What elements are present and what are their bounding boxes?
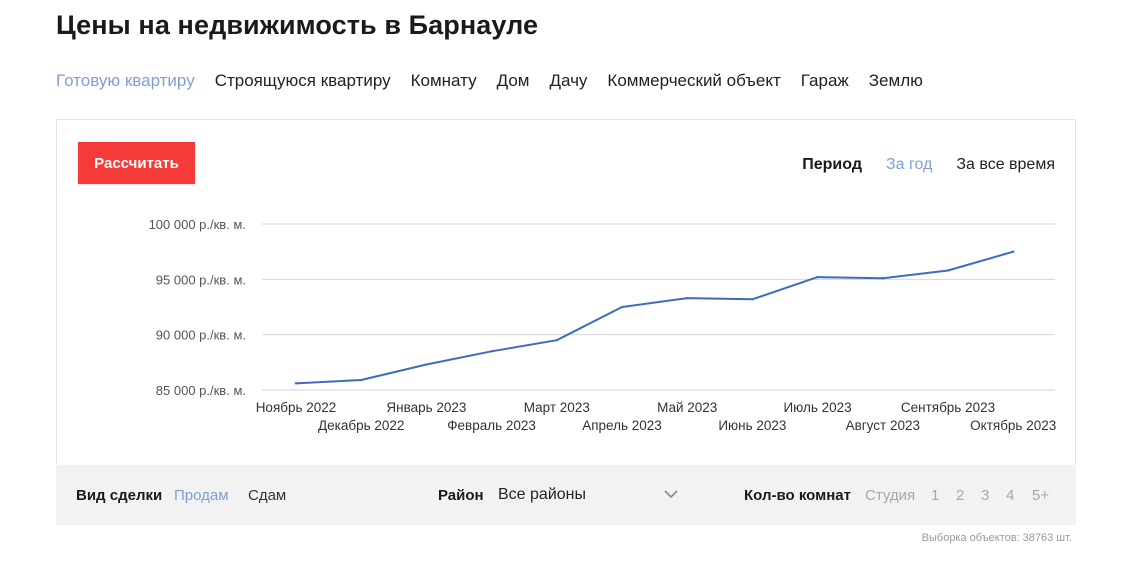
- property-type-tab[interactable]: Коммерческий объект: [607, 71, 780, 91]
- x-tick-label: Февраль 2023: [447, 418, 536, 433]
- x-tick-label: Июль 2023: [783, 400, 851, 415]
- data-point: [686, 296, 689, 300]
- y-tick-label: 85 000 р./кв. м.: [156, 383, 246, 398]
- x-tick-label: Март 2023: [524, 400, 590, 415]
- deal-option-sell[interactable]: Продам: [174, 487, 229, 504]
- x-tick-label: Сентябрь 2023: [901, 400, 995, 415]
- price-series-line: [295, 250, 1014, 385]
- data-point: [1012, 250, 1015, 253]
- filter-bar: Вид сделки Продам Сдам Район Все районы …: [56, 465, 1076, 525]
- data-point: [620, 305, 624, 309]
- x-tick-label: Ноябрь 2022: [256, 400, 337, 415]
- data-point: [751, 298, 754, 301]
- chart-card: Рассчитать Период За год За все время 10…: [56, 119, 1076, 465]
- sample-count: Выборка объектов: 38763 шт.: [921, 532, 1072, 544]
- rooms-count-label: Кол-во комнат: [744, 487, 851, 504]
- property-type-tab[interactable]: Дачу: [549, 71, 587, 91]
- x-tick-label: Январь 2023: [386, 400, 466, 415]
- chevron-down-icon[interactable]: [664, 489, 678, 499]
- deal-type-label: Вид сделки: [76, 487, 163, 504]
- district-label: Район: [438, 487, 484, 504]
- deal-option-rent[interactable]: Сдам: [248, 487, 286, 504]
- data-point: [425, 363, 428, 366]
- property-type-tab[interactable]: Гараж: [801, 71, 849, 91]
- y-tick-label: 90 000 р./кв. м.: [156, 328, 246, 343]
- y-tick-label: 95 000 р./кв. м.: [156, 272, 246, 287]
- room-option-2[interactable]: 2: [956, 487, 964, 504]
- data-point: [294, 382, 298, 385]
- y-tick-label: 100 000 р./кв. м.: [149, 217, 246, 232]
- property-type-tab[interactable]: Комнату: [411, 71, 477, 91]
- property-type-tab[interactable]: Строящуюся квартиру: [215, 71, 391, 91]
- property-type-tab[interactable]: Готовую квартиру: [56, 71, 195, 91]
- data-point: [881, 277, 884, 280]
- district-select[interactable]: Все районы: [498, 486, 586, 504]
- data-point: [490, 350, 493, 353]
- room-option-1[interactable]: 1: [931, 487, 939, 504]
- property-type-tab[interactable]: Дом: [497, 71, 530, 91]
- room-option-5-plus[interactable]: 5+: [1032, 487, 1049, 504]
- data-point: [946, 269, 950, 272]
- data-point: [360, 378, 363, 382]
- x-tick-label: Октябрь 2023: [970, 418, 1056, 433]
- property-type-tabs: Готовую квартиру Строящуюся квартиру Комна…: [56, 71, 923, 91]
- x-tick-label: Август 2023: [846, 418, 920, 433]
- x-tick-label: Май 2023: [657, 400, 717, 415]
- room-option-3[interactable]: 3: [981, 487, 989, 504]
- x-tick-label: Апрель 2023: [582, 418, 662, 433]
- x-tick-label: Июнь 2023: [718, 418, 786, 433]
- property-type-tab[interactable]: Землю: [869, 71, 923, 91]
- x-tick-label: Декабрь 2022: [318, 418, 404, 433]
- room-option-studio[interactable]: Студия: [865, 487, 915, 504]
- page-title: Цены на недвижимость в Барнауле: [56, 10, 539, 40]
- room-option-4[interactable]: 4: [1006, 487, 1014, 504]
- data-point: [555, 339, 558, 342]
- data-point: [816, 275, 819, 279]
- price-line-chart: 100 000 р./кв. м. 95 000 р./кв. м. 90 000 …: [149, 217, 1057, 433]
